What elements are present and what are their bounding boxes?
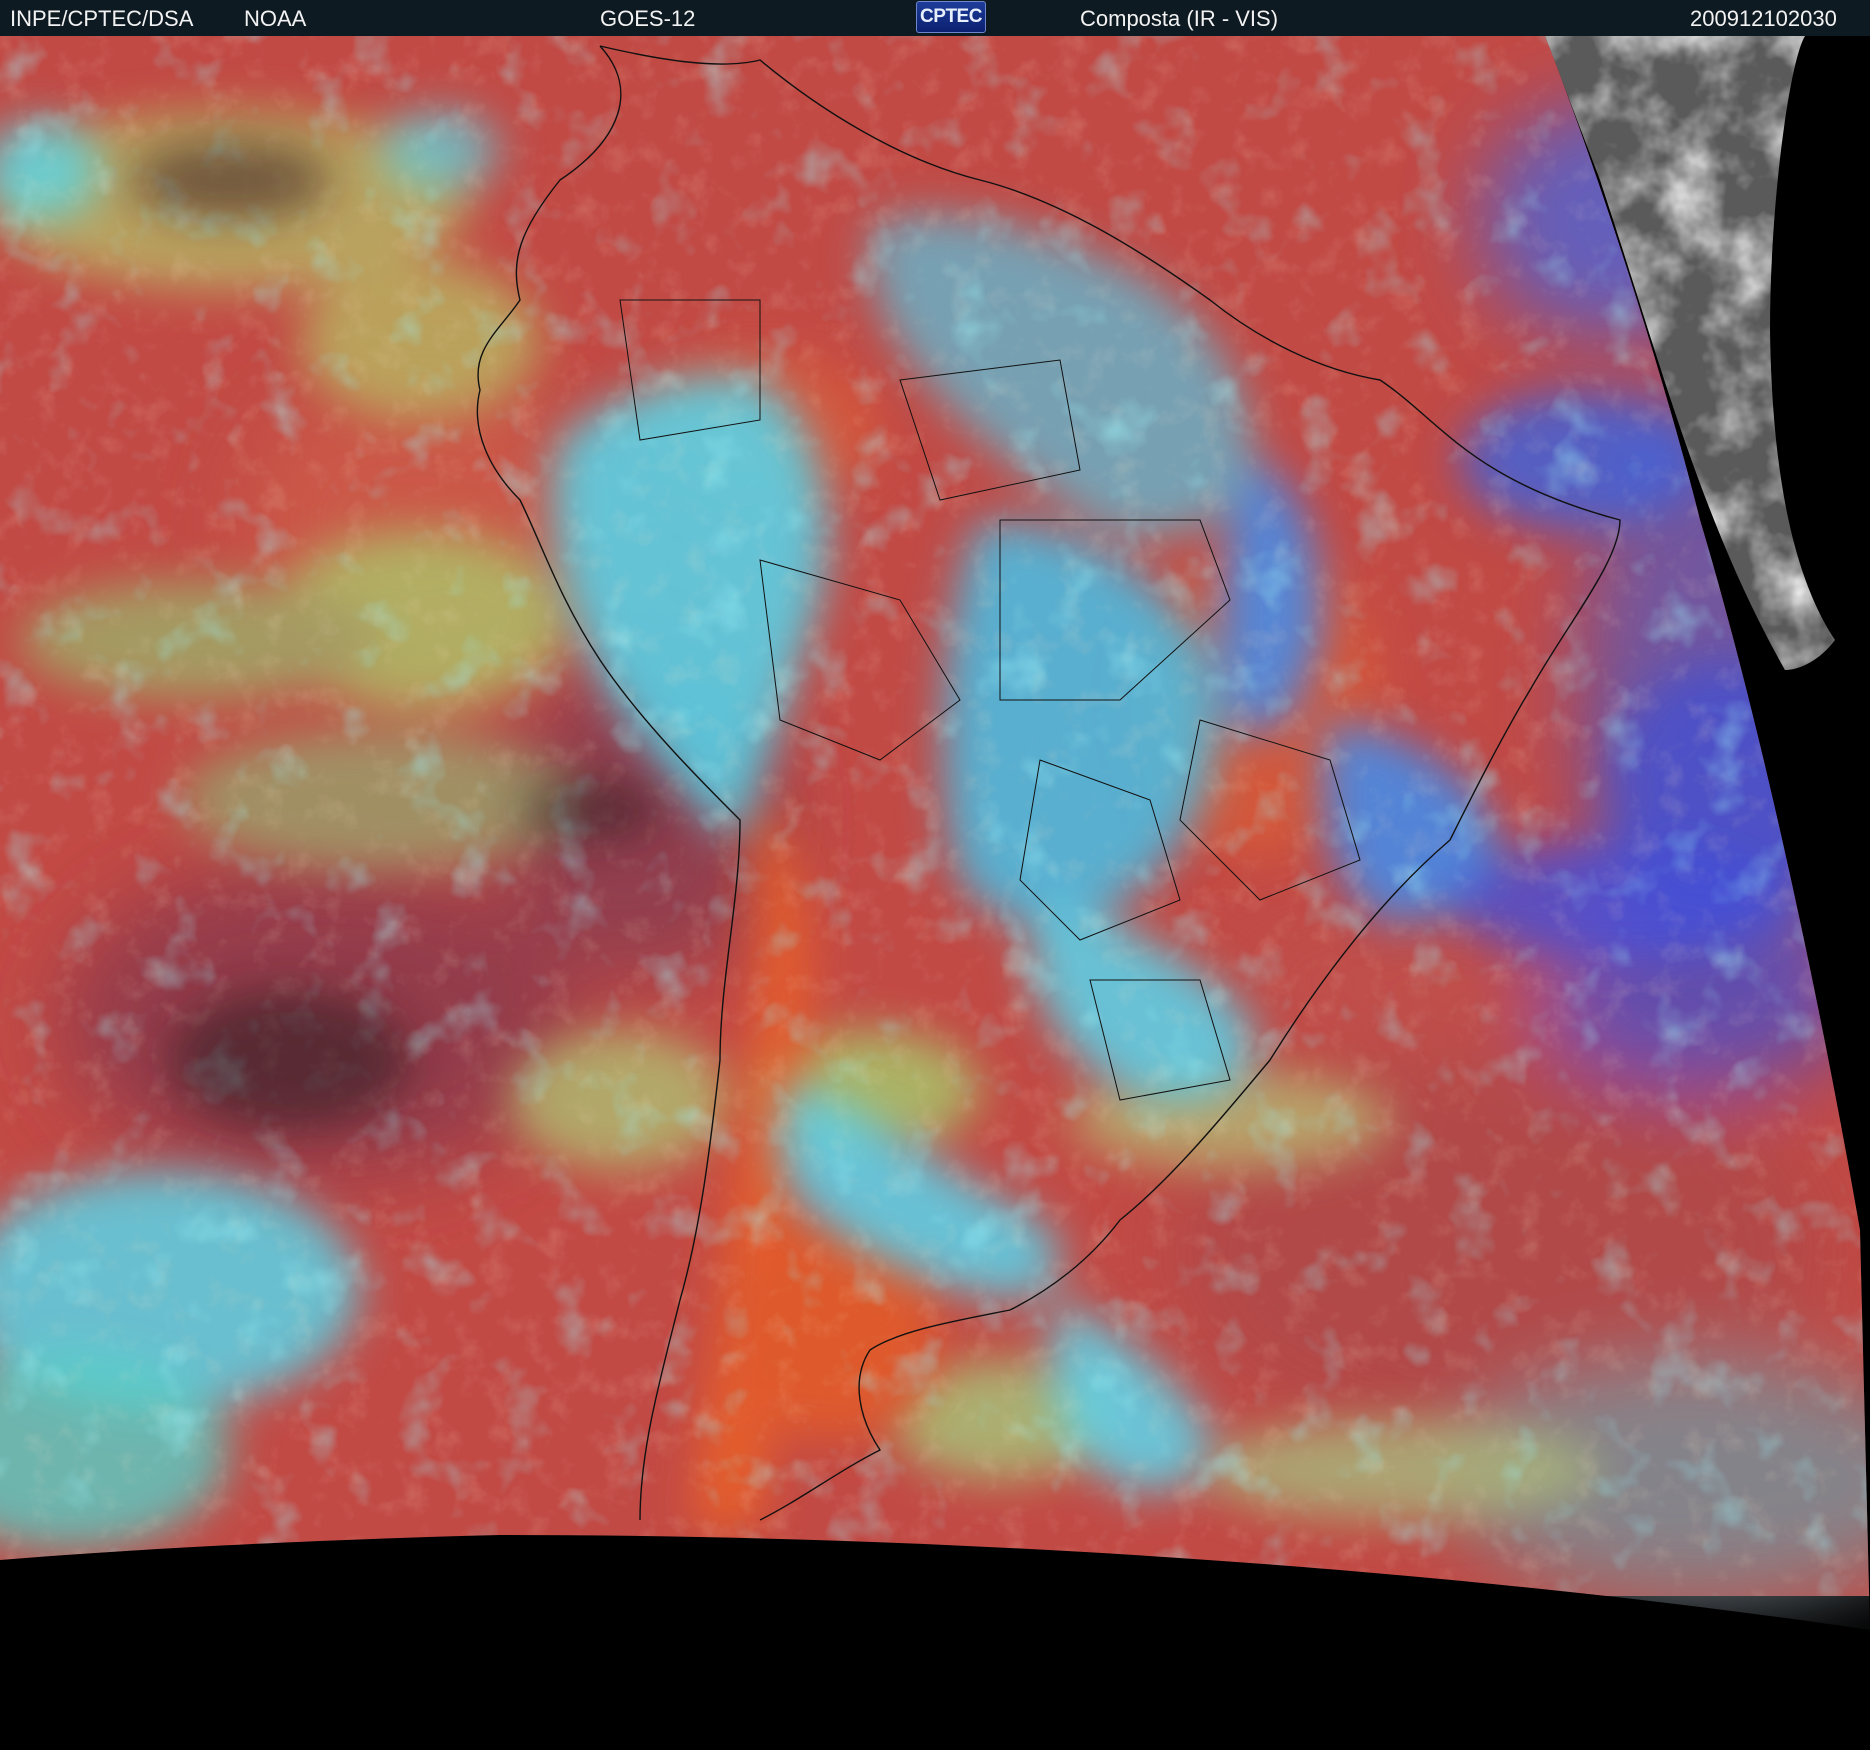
image-header-bar: INPE/CPTEC/DSA NOAA GOES-12 CPTEC Compos… [0, 0, 1870, 36]
timestamp-label: 200912102030 [1690, 6, 1837, 31]
product-label: Composta (IR - VIS) [1080, 6, 1279, 31]
satellite-composite-svg [0, 36, 1870, 1750]
cptec-logo: CPTEC [916, 1, 986, 33]
cptec-logo-text: CPTEC [920, 6, 982, 27]
satellite-image [0, 36, 1870, 1750]
satellite-label: GOES-12 [600, 6, 696, 31]
agency-label: NOAA [244, 6, 307, 31]
earth-disk [0, 36, 1870, 1600]
institution-label: INPE/CPTEC/DSA [10, 6, 194, 31]
